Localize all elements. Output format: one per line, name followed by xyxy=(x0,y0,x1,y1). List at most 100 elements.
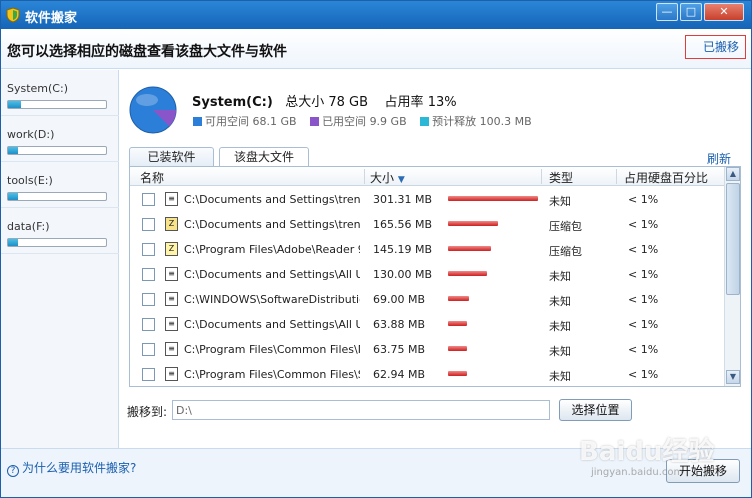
file-type: 压缩包 xyxy=(549,220,582,233)
help-icon: ? xyxy=(7,465,19,477)
help-link[interactable]: ? 为什么要用软件搬家? xyxy=(7,459,136,477)
file-percent: < 1% xyxy=(628,318,659,331)
legend-swatch xyxy=(420,117,430,126)
tab-large-files[interactable]: 该盘大文件 xyxy=(219,147,309,167)
table-row[interactable]: ≡ C:\Program Files\Common Files\Mi.... 63.… xyxy=(130,337,724,362)
table-row[interactable]: ≡ C:\Program Files\Common Files\S.... 62.9… xyxy=(130,362,724,386)
file-size-bar xyxy=(448,246,491,251)
file-path: C:\Documents and Settings\trent.... xyxy=(184,218,360,231)
drive-sidebar: System(C:) work(D:) tools(E:) data(F:) xyxy=(1,70,119,448)
legend-value: 68.1 GB xyxy=(252,115,297,128)
usage-label: 占用率 xyxy=(384,95,424,110)
file-path: C:\Documents and Settings\All Us.... xyxy=(184,318,360,331)
file-size: 63.88 MB xyxy=(373,318,426,331)
table-row[interactable]: ≡ C:\Documents and Settings\trent.... 301.… xyxy=(130,187,724,212)
legend-release: 预计释放 100.3 MB xyxy=(420,115,532,128)
row-checkbox[interactable] xyxy=(142,343,155,356)
tab-installed-software[interactable]: 已装软件 xyxy=(129,147,214,166)
file-size: 63.75 MB xyxy=(373,343,426,356)
move-to-label: 搬移到: xyxy=(127,405,168,419)
page-title: 您可以选择相应的磁盘查看该盘大文件与软件 xyxy=(7,44,287,60)
table-row[interactable]: Z C:\Program Files\Adobe\Reader 9.... 145.… xyxy=(130,237,724,262)
file-table: 名称 大小 ▼ 类型 占用硬盘百分比 ≡ C:\Documents and Set… xyxy=(129,166,741,387)
table-header: 名称 大小 ▼ 类型 占用硬盘百分比 xyxy=(130,167,724,186)
window-title: 软件搬家 xyxy=(25,11,78,26)
file-size: 145.19 MB xyxy=(373,243,433,256)
legend-label: 预计释放 xyxy=(432,115,477,128)
file-path: C:\Documents and Settings\All Us.... xyxy=(184,268,360,281)
row-checkbox[interactable] xyxy=(142,218,155,231)
drive-usage-bar xyxy=(7,146,107,155)
archive-icon: Z xyxy=(165,242,178,256)
file-percent: < 1% xyxy=(628,218,659,231)
maximize-button[interactable]: □ xyxy=(680,3,702,21)
disk-legend: 可用空间 68.1 GB 已用空间 9.9 GB 预计释放 100.3 MB xyxy=(193,113,542,129)
file-percent: < 1% xyxy=(628,293,659,306)
column-name[interactable]: 名称 xyxy=(140,169,164,186)
drive-label: data(F:) xyxy=(7,220,50,233)
legend-value: 100.3 MB xyxy=(479,115,532,128)
file-type: 未知 xyxy=(549,345,571,358)
column-size[interactable]: 大小 ▼ xyxy=(370,169,405,186)
row-checkbox[interactable] xyxy=(142,193,155,206)
file-size-bar xyxy=(448,196,538,201)
usage-value: 13% xyxy=(427,95,457,110)
file-size-bar xyxy=(448,271,487,276)
refresh-link[interactable]: 刷新 xyxy=(707,150,731,167)
table-row[interactable]: ≡ C:\Documents and Settings\All Us.... 63.… xyxy=(130,312,724,337)
file-path: C:\Documents and Settings\trent.... xyxy=(184,193,360,206)
row-checkbox[interactable] xyxy=(142,243,155,256)
shield-icon xyxy=(6,7,20,23)
row-checkbox[interactable] xyxy=(142,293,155,306)
file-size-bar xyxy=(448,221,498,226)
total-size-label: 总大小 xyxy=(285,95,325,110)
legend-used: 已用空间 9.9 GB xyxy=(310,115,407,128)
file-percent: < 1% xyxy=(628,343,659,356)
file-icon: ≡ xyxy=(165,367,178,381)
table-row[interactable]: Z C:\Documents and Settings\trent.... 165.… xyxy=(130,212,724,237)
drive-usage-bar xyxy=(7,192,107,201)
file-icon: ≡ xyxy=(165,317,178,331)
column-percent[interactable]: 占用硬盘百分比 xyxy=(624,169,708,186)
file-size: 62.94 MB xyxy=(373,368,426,381)
app-window: 软件搬家 — □ ✕ 您可以选择相应的磁盘查看该盘大文件与软件 已搬移 Syst… xyxy=(0,0,752,498)
file-icon: ≡ xyxy=(165,342,178,356)
file-path: C:\WINDOWS\SoftwareDistributio.... xyxy=(184,293,360,306)
minimize-button[interactable]: — xyxy=(656,3,678,21)
table-row[interactable]: ≡ C:\WINDOWS\SoftwareDistributio.... 69.00… xyxy=(130,287,724,312)
sidebar-drive-f[interactable]: data(F:) xyxy=(1,208,119,254)
help-text: 为什么要用软件搬家? xyxy=(22,461,137,475)
move-destination-input[interactable] xyxy=(172,400,550,420)
row-checkbox[interactable] xyxy=(142,268,155,281)
file-type: 压缩包 xyxy=(549,245,582,258)
legend-label: 可用空间 xyxy=(205,115,249,128)
column-size-label: 大小 xyxy=(370,171,395,185)
scroll-thumb[interactable] xyxy=(726,183,740,295)
sidebar-drive-d[interactable]: work(D:) xyxy=(1,116,119,162)
column-type[interactable]: 类型 xyxy=(549,169,573,186)
drive-usage-fill xyxy=(8,193,18,200)
vertical-scrollbar[interactable]: ▲ ▼ xyxy=(724,167,740,386)
sidebar-drive-e[interactable]: tools(E:) xyxy=(1,162,119,208)
drive-usage-fill xyxy=(8,101,21,108)
file-percent: < 1% xyxy=(628,243,659,256)
sidebar-drive-c[interactable]: System(C:) xyxy=(1,70,119,116)
table-row[interactable]: ≡ C:\Documents and Settings\All Us.... 130… xyxy=(130,262,724,287)
column-divider xyxy=(616,169,617,184)
watermark-url: jingyan.baidu.com xyxy=(591,467,684,478)
row-checkbox[interactable] xyxy=(142,368,155,381)
archive-icon: Z xyxy=(165,217,178,231)
row-checkbox[interactable] xyxy=(142,318,155,331)
legend-label: 已用空间 xyxy=(322,115,367,128)
scroll-up-icon[interactable]: ▲ xyxy=(726,167,740,181)
file-size: 69.00 MB xyxy=(373,293,426,306)
moved-link[interactable]: 已搬移 xyxy=(685,35,746,59)
close-button[interactable]: ✕ xyxy=(704,3,744,21)
watermark-logo: Baidu经验 xyxy=(579,437,715,467)
scroll-down-icon[interactable]: ▼ xyxy=(726,370,740,384)
page-header: 您可以选择相应的磁盘查看该盘大文件与软件 已搬移 xyxy=(1,29,751,69)
choose-location-button[interactable]: 选择位置 xyxy=(559,399,632,421)
legend-value: 9.9 GB xyxy=(369,115,407,128)
file-size-bar xyxy=(448,296,469,301)
file-path: C:\Program Files\Common Files\Mi.... xyxy=(184,343,360,356)
